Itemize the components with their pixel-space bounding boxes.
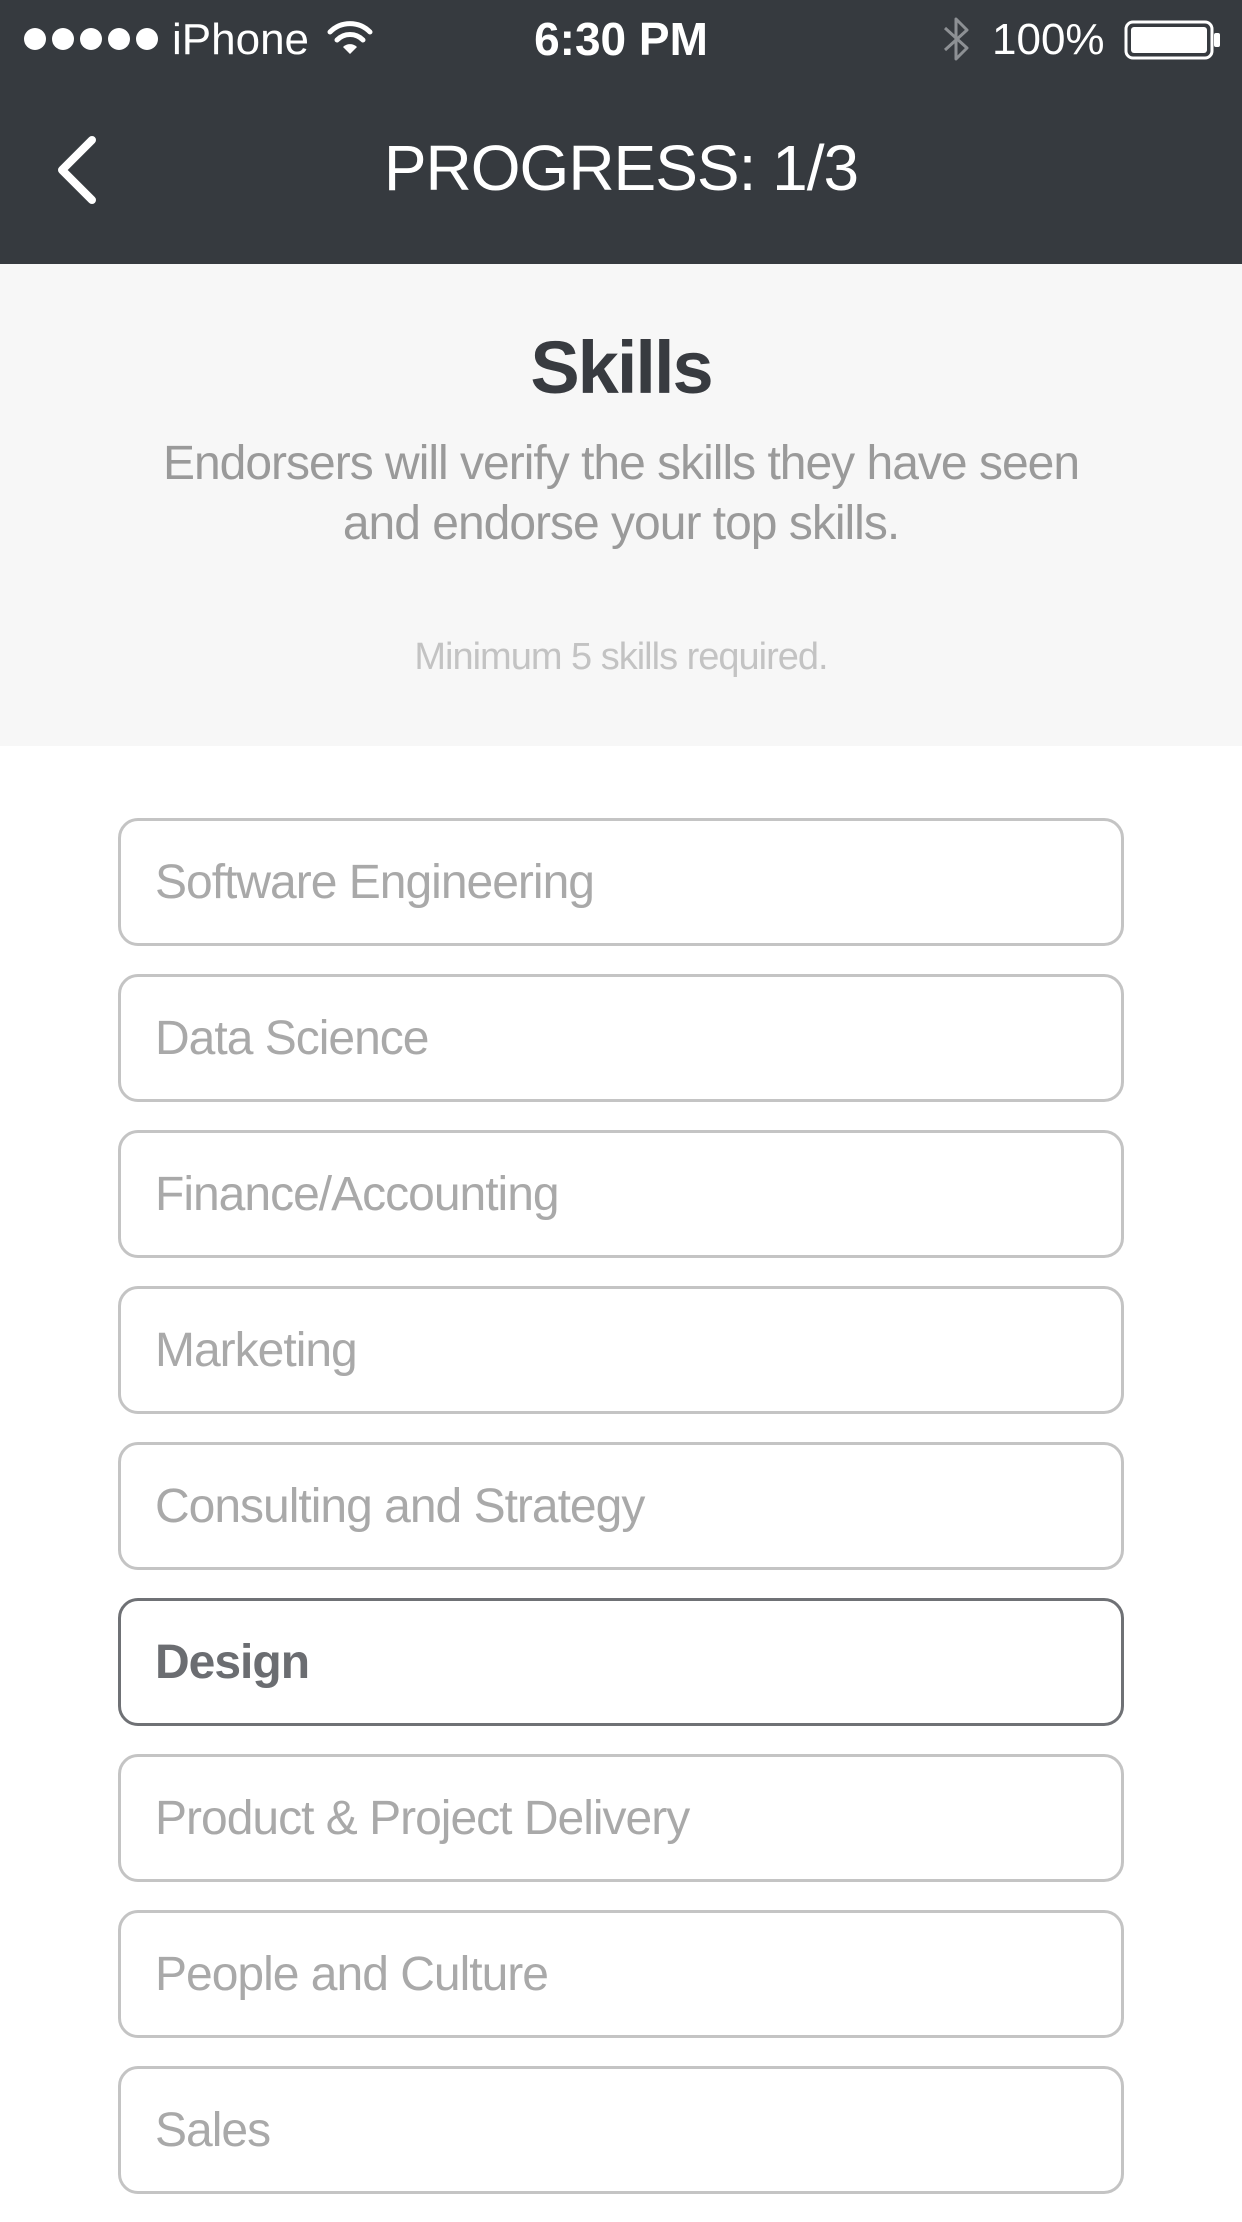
- skill-option[interactable]: Software Engineering: [118, 818, 1124, 946]
- requirement-note: Minimum 5 skills required.: [414, 636, 828, 678]
- page-title: PROGRESS: 1/3: [383, 132, 859, 204]
- skill-option[interactable]: Sales: [118, 2066, 1124, 2194]
- app-header: iPhone 6:30 PM 100% PROGRESS: 1/3: [0, 0, 1242, 264]
- skill-option[interactable]: Design: [118, 1598, 1124, 1726]
- skill-option[interactable]: Marketing: [118, 1286, 1124, 1414]
- navigation-bar: PROGRESS: 1/3: [0, 80, 1242, 264]
- skill-option[interactable]: Finance/Accounting: [118, 1130, 1124, 1258]
- skill-option[interactable]: Consulting and Strategy: [118, 1442, 1124, 1570]
- battery-percentage: 100%: [992, 15, 1105, 64]
- skill-option[interactable]: Product & Project Delivery: [118, 1754, 1124, 1882]
- bluetooth-icon: [943, 17, 969, 61]
- section-heading: Skills: [530, 326, 713, 409]
- skills-list: Software Engineering Data Science Financ…: [118, 818, 1124, 2222]
- skill-option[interactable]: Data Science: [118, 974, 1124, 1102]
- status-bar: iPhone 6:30 PM 100%: [0, 0, 1242, 80]
- battery-icon: [1124, 20, 1220, 60]
- section-description: Endorsers will verify the skills they ha…: [162, 437, 1080, 550]
- skills-intro: Skills Endorsers will verify the skills …: [0, 264, 1242, 746]
- skill-option[interactable]: People and Culture: [118, 1910, 1124, 2038]
